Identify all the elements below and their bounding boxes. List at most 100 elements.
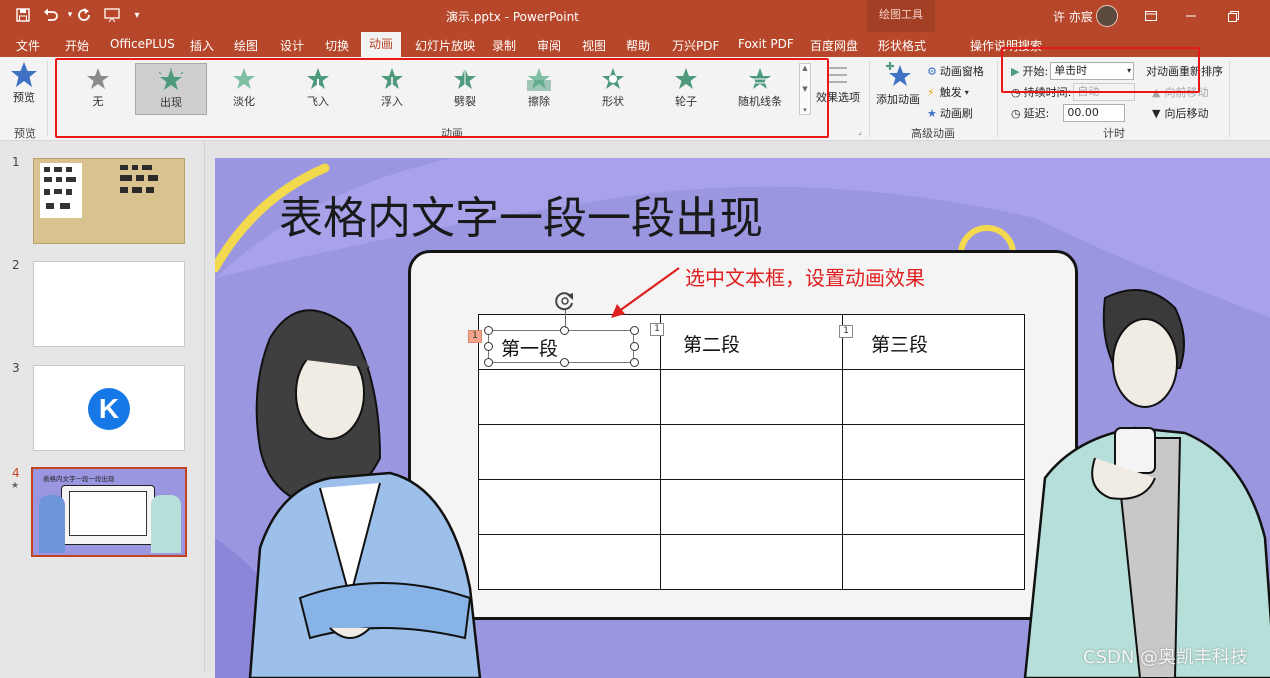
document-title: 演示.pptx - PowerPoint xyxy=(446,10,579,24)
duration-input[interactable]: 自动 xyxy=(1073,83,1136,101)
preview-button[interactable]: 预览 xyxy=(10,61,38,105)
minimize-icon[interactable] xyxy=(1180,5,1202,27)
tab-animations[interactable]: 动画 xyxy=(361,32,402,57)
effect-options-button[interactable]: 效果选项 xyxy=(816,63,860,105)
scroll-down-icon[interactable]: ▼ xyxy=(802,85,807,93)
tab-wondershare-pdf[interactable]: 万兴PDF xyxy=(672,37,719,54)
animation-painter-label: 动画刷 xyxy=(939,107,973,120)
cell-text-second[interactable]: 第二段 xyxy=(683,330,740,357)
table-cell[interactable] xyxy=(661,480,843,535)
animation-fly-in[interactable]: 飞入 xyxy=(282,63,354,115)
table-cell[interactable] xyxy=(843,425,1025,480)
scroll-up-icon[interactable]: ▲ xyxy=(802,64,807,72)
thumbnail-number: 1 xyxy=(12,155,20,169)
resize-handle[interactable] xyxy=(630,326,639,335)
woman-illustration xyxy=(248,309,482,678)
tab-review[interactable]: 审阅 xyxy=(537,37,561,54)
tab-baidu-netdisk[interactable]: 百度网盘 xyxy=(810,37,858,54)
tab-officeplus[interactable]: OfficePLUS xyxy=(110,37,175,51)
animation-wipe-label: 擦除 xyxy=(528,95,550,108)
tab-file[interactable]: 文件 xyxy=(16,37,40,54)
animation-none[interactable]: 无 xyxy=(62,63,134,115)
table-cell[interactable] xyxy=(661,535,843,589)
resize-handle[interactable] xyxy=(630,358,639,367)
tab-insert[interactable]: 插入 xyxy=(190,37,214,54)
animation-pane-button[interactable]: ⚙ 动画窗格 xyxy=(927,63,984,79)
tab-design[interactable]: 设计 xyxy=(280,37,304,54)
animation-split[interactable]: 劈裂 xyxy=(429,63,501,115)
delay-input[interactable]: 00.00 xyxy=(1063,104,1126,122)
chevron-down-icon: ▾ xyxy=(1127,66,1132,75)
animation-random-bars[interactable]: 随机线条 xyxy=(724,63,796,115)
save-icon[interactable] xyxy=(14,6,32,24)
avatar[interactable] xyxy=(1096,5,1118,27)
gallery-more-icon[interactable]: ▾ xyxy=(803,106,807,114)
ribbon-display-icon[interactable] xyxy=(1140,5,1162,27)
customize-icon[interactable]: ▾ xyxy=(128,6,146,24)
resize-handle[interactable] xyxy=(560,358,569,367)
redo-icon[interactable] xyxy=(76,6,94,24)
animation-wipe[interactable]: 擦除 xyxy=(503,63,575,115)
add-animation-button[interactable]: 添加动画 xyxy=(876,61,920,107)
add-animation-label: 添加动画 xyxy=(876,93,920,106)
table-cell[interactable] xyxy=(843,535,1025,589)
slideshow-icon[interactable] xyxy=(103,6,121,24)
move-earlier-label: 向前移动 xyxy=(1164,86,1209,99)
tab-help[interactable]: 帮助 xyxy=(626,37,650,54)
animation-shape[interactable]: 形状 xyxy=(577,63,649,115)
tab-shape-format[interactable]: 形状格式 xyxy=(878,37,926,54)
star-wheel-icon xyxy=(675,68,697,89)
advanced-animation-group-label: 高级动画 xyxy=(911,127,955,140)
thumbnail-image xyxy=(118,163,168,203)
tell-me-search[interactable]: 操作说明搜索 xyxy=(970,37,1042,54)
slide-thumbnail-2[interactable] xyxy=(33,261,185,347)
move-earlier-button[interactable]: ▲ 向前移动 xyxy=(1152,84,1208,100)
tab-home[interactable]: 开始 xyxy=(65,37,89,54)
tab-draw[interactable]: 绘图 xyxy=(234,37,258,54)
animation-order-marker[interactable]: 1 xyxy=(650,323,664,336)
animation-float-in-label: 浮入 xyxy=(381,95,403,108)
animation-random-bars-label: 随机线条 xyxy=(738,95,782,108)
animation-fly-in-label: 飞入 xyxy=(307,95,329,108)
slide-title[interactable]: 表格内文字一段一段出现 xyxy=(279,182,763,246)
title-bar: ▾ ▾ 演示.pptx - PowerPoint 绘图工具 许 亦宸 xyxy=(0,0,1270,32)
play-icon: ▶ xyxy=(1011,64,1020,78)
slide-thumbnail-1[interactable] xyxy=(33,158,185,244)
animation-appear-label: 出现 xyxy=(160,96,182,109)
slide[interactable]: 表格内文字一段一段出现 第一段 第二段 第三段 1 1 1 选中文本框，设置动画… xyxy=(215,158,1270,678)
tab-transitions[interactable]: 切换 xyxy=(325,37,349,54)
trigger-label: 触发 xyxy=(939,86,962,99)
table-cell[interactable] xyxy=(661,425,843,480)
tab-record[interactable]: 录制 xyxy=(492,37,516,54)
animation-fade[interactable]: 淡化 xyxy=(208,63,280,115)
trigger-button[interactable]: ⚡ 触发 ▾ xyxy=(927,84,969,100)
cell-text-third[interactable]: 第三段 xyxy=(871,330,928,357)
delay-label: 延迟: xyxy=(1023,107,1050,120)
table-cell[interactable] xyxy=(661,370,843,425)
separator xyxy=(997,61,998,137)
slide-thumbnail-3[interactable]: K xyxy=(33,365,185,451)
tab-foxit-pdf[interactable]: Foxit PDF xyxy=(738,37,794,51)
move-later-label: 向后移动 xyxy=(1164,107,1209,120)
tab-view[interactable]: 视图 xyxy=(582,37,606,54)
move-later-button[interactable]: ▼ 向后移动 xyxy=(1152,105,1208,121)
thumbnail-image xyxy=(40,163,82,218)
slide-thumbnail-4[interactable]: 表格内文字一段一段出现 xyxy=(31,467,187,557)
resize-handle[interactable] xyxy=(630,342,639,351)
restore-icon[interactable] xyxy=(1222,5,1244,27)
table-cell[interactable] xyxy=(843,480,1025,535)
user-name[interactable]: 许 亦宸 xyxy=(1053,8,1093,25)
animation-gallery: 无 出现 淡化 飞入 浮入 劈裂 擦除 形状 轮子 随机线条 xyxy=(60,63,812,115)
animation-painter-button[interactable]: ★ 动画刷 xyxy=(927,105,973,121)
table-cell[interactable] xyxy=(843,370,1025,425)
dialog-launcher-icon[interactable]: ⌟ xyxy=(858,127,862,136)
thumbnail-title: 表格内文字一段一段出现 xyxy=(43,475,115,483)
tab-slideshow[interactable]: 幻灯片放映 xyxy=(415,37,475,54)
start-select[interactable]: 单击时 ▾ xyxy=(1050,62,1135,80)
animation-order-marker[interactable]: 1 xyxy=(839,325,853,338)
animation-float-in[interactable]: 浮入 xyxy=(356,63,428,115)
animation-wheel[interactable]: 轮子 xyxy=(650,63,722,115)
undo-icon[interactable] xyxy=(42,6,60,24)
animation-appear[interactable]: 出现 xyxy=(135,63,207,115)
gallery-scrollbar[interactable]: ▲ ▼ ▾ xyxy=(799,63,811,115)
